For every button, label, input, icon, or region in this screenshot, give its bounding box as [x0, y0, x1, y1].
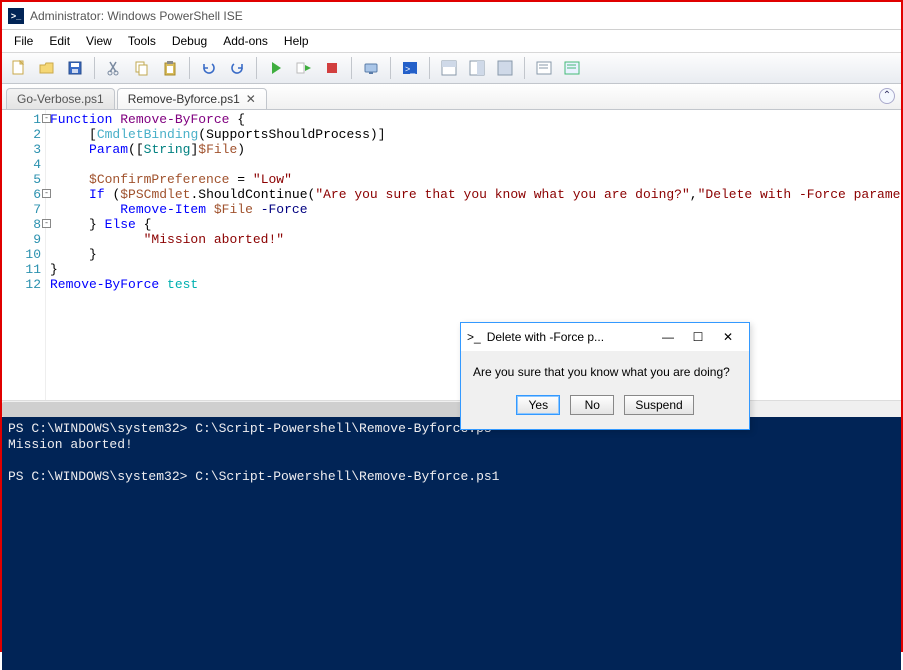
show-command-addon-icon[interactable]: [559, 56, 585, 80]
confirm-dialog: >_ Delete with -Force p... — ☐ ✕ Are you…: [460, 322, 750, 430]
scrollbar-thumb[interactable]: [2, 402, 482, 417]
line-number-gutter: 1-23456-78-9101112: [2, 110, 46, 400]
dialog-titlebar[interactable]: >_ Delete with -Force p... — ☐ ✕: [461, 323, 749, 351]
horizontal-scrollbar[interactable]: [2, 400, 901, 417]
toolbar-divider: [189, 57, 190, 79]
script-editor[interactable]: 1-23456-78-9101112 Function Remove-ByFor…: [2, 110, 901, 400]
fold-toggle-icon[interactable]: -: [42, 189, 51, 198]
tab-label: Remove-Byforce.ps1: [128, 92, 240, 106]
toolbar-divider: [429, 57, 430, 79]
powershell-icon: >_: [8, 8, 24, 24]
fold-toggle-icon[interactable]: -: [42, 219, 51, 228]
close-icon[interactable]: ✕: [713, 330, 743, 344]
save-icon[interactable]: [62, 56, 88, 80]
window-titlebar: >_ Administrator: Windows PowerShell ISE: [2, 2, 901, 30]
suspend-button[interactable]: Suspend: [624, 395, 693, 415]
new-remote-tab-icon[interactable]: [358, 56, 384, 80]
run-icon[interactable]: [263, 56, 289, 80]
show-command-icon[interactable]: [531, 56, 557, 80]
paste-icon[interactable]: [157, 56, 183, 80]
menu-help[interactable]: Help: [276, 32, 317, 50]
toolbar-divider: [351, 57, 352, 79]
copy-icon[interactable]: [129, 56, 155, 80]
dialog-button-row: Yes No Suspend: [461, 385, 749, 429]
toolbar: >_: [2, 52, 901, 84]
menu-edit[interactable]: Edit: [41, 32, 78, 50]
dialog-message: Are you sure that you know what you are …: [461, 351, 749, 385]
fold-toggle-icon[interactable]: -: [42, 114, 51, 123]
layout-script-right-icon[interactable]: [464, 56, 490, 80]
yes-button[interactable]: Yes: [516, 395, 560, 415]
minimize-icon[interactable]: —: [653, 330, 683, 344]
toolbar-divider: [524, 57, 525, 79]
menu-bar: File Edit View Tools Debug Add-ons Help: [2, 30, 901, 52]
new-file-icon[interactable]: [6, 56, 32, 80]
powershell-icon: >_: [467, 330, 481, 344]
dialog-title: Delete with -Force p...: [487, 330, 604, 344]
stop-icon[interactable]: [319, 56, 345, 80]
maximize-icon[interactable]: ☐: [683, 330, 713, 344]
open-file-icon[interactable]: [34, 56, 60, 80]
no-button[interactable]: No: [570, 395, 614, 415]
toolbar-divider: [256, 57, 257, 79]
menu-file[interactable]: File: [6, 32, 41, 50]
cut-icon[interactable]: [101, 56, 127, 80]
run-selection-icon[interactable]: [291, 56, 317, 80]
powershell-tab-icon[interactable]: >_: [397, 56, 423, 80]
console-pane[interactable]: PS C:\WINDOWS\system32> C:\Script-Powers…: [2, 417, 901, 670]
menu-addons[interactable]: Add-ons: [215, 32, 276, 50]
menu-debug[interactable]: Debug: [164, 32, 215, 50]
layout-script-top-icon[interactable]: [436, 56, 462, 80]
window-title: Administrator: Windows PowerShell ISE: [30, 9, 243, 23]
svg-text:>_: >_: [405, 64, 416, 74]
collapse-script-pane-icon[interactable]: ⌃: [879, 88, 895, 104]
close-icon[interactable]: ✕: [246, 92, 256, 106]
layout-script-max-icon[interactable]: [492, 56, 518, 80]
toolbar-divider: [390, 57, 391, 79]
menu-tools[interactable]: Tools: [120, 32, 164, 50]
tab-label: Go-Verbose.ps1: [17, 92, 104, 106]
toolbar-divider: [94, 57, 95, 79]
redo-icon[interactable]: [224, 56, 250, 80]
tab-file-inactive[interactable]: Go-Verbose.ps1: [6, 88, 115, 109]
tabstrip: Go-Verbose.ps1 Remove-Byforce.ps1 ✕ ⌃: [2, 84, 901, 110]
undo-icon[interactable]: [196, 56, 222, 80]
tab-file-active[interactable]: Remove-Byforce.ps1 ✕: [117, 88, 267, 109]
menu-view[interactable]: View: [78, 32, 120, 50]
